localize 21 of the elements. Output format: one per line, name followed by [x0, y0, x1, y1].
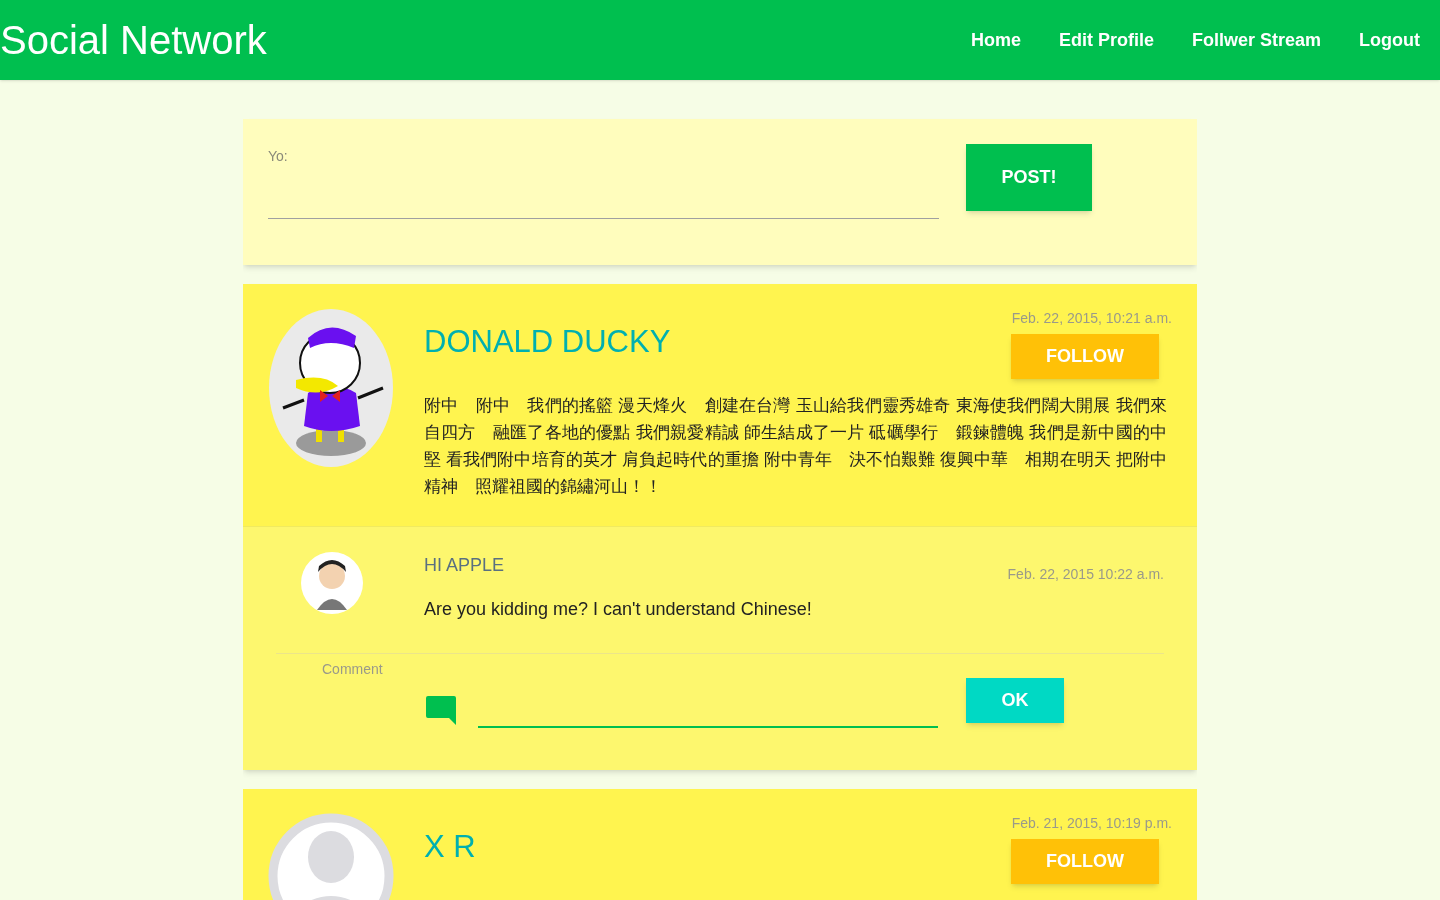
post-button[interactable]: POST!: [966, 144, 1092, 211]
nav-link[interactable]: Edit Profile: [1058, 26, 1154, 54]
ok-button[interactable]: OK: [966, 678, 1064, 723]
composer-label: Yo:: [268, 147, 289, 166]
comment-icon: [425, 694, 457, 726]
brand-title[interactable]: Social Network: [0, 20, 267, 60]
post-author[interactable]: DONALD DUCKY: [424, 319, 671, 366]
user-avatar-icon: [301, 552, 363, 614]
comment-text: Are you kidding me? I can't understand Chinese!: [424, 598, 813, 621]
comment-date: Feb. 22, 2015 10:22 a.m.: [1007, 565, 1164, 584]
follow-button[interactable]: FOLLOW: [1011, 839, 1159, 884]
comment-label: Comment: [322, 660, 384, 679]
nav-link[interactable]: Home: [970, 26, 1021, 54]
nav-link[interactable]: Logout: [1359, 26, 1420, 54]
post-date: Feb. 21, 2015, 10:19 p.m.: [1011, 814, 1172, 833]
post-author[interactable]: X R: [424, 824, 476, 871]
post-body: 附中 附中 我們的搖籃 漫天烽火 創建在台灣 玉山給我們靈秀雄奇 東海使我們闊大開展 我們來自四方 融匯了各地的優點 我們親愛精誠 師生結成了一片 砥礪學行 鍛鍊體魄 我們是新中國的中堅 看我們附中培育的英才 肩負起時代的重擔 附中青年 決不怕艱難 復興中華 相期在明天 把附中精神 照耀祖國的錦繡河山！！: [424, 395, 1168, 498]
comment-author[interactable]: HI APPLE: [424, 552, 505, 585]
nav-link[interactable]: Follwer Stream: [1191, 26, 1321, 54]
follow-button[interactable]: FOLLOW: [1011, 334, 1159, 379]
post-date: Feb. 22, 2015, 10:21 a.m.: [1011, 309, 1172, 328]
